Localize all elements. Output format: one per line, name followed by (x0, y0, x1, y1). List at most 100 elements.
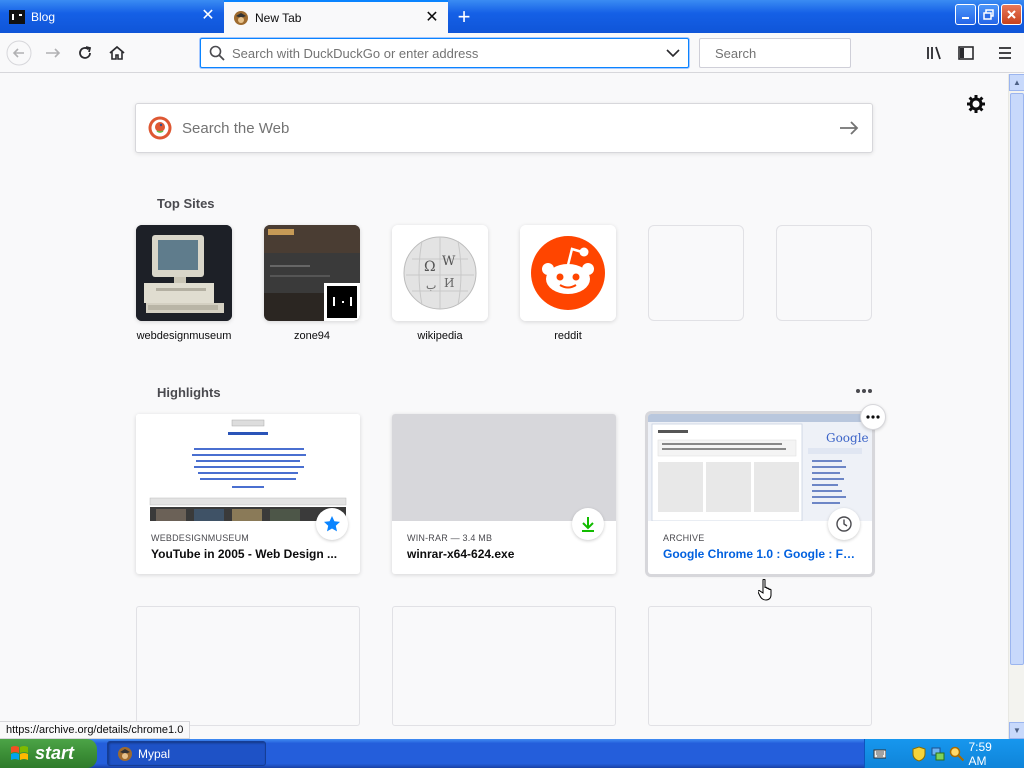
svg-text:W: W (442, 254, 456, 269)
newtab-page: Top Sites webdesignmuseum (0, 74, 1008, 726)
network-icon[interactable] (930, 746, 945, 762)
keyboard-icon[interactable] (873, 747, 887, 761)
search-bar[interactable] (699, 38, 891, 68)
vertical-scrollbar[interactable]: ▲ ▼ (1008, 74, 1024, 739)
site-label: wikipedia (417, 330, 463, 342)
card-title: YouTube in 2005 - Web Design ... (151, 547, 338, 561)
top-site-empty (776, 225, 872, 321)
highlight-card[interactable]: WEBDESIGNMUSEUM YouTube in 2005 - Web De… (136, 414, 360, 574)
reddit-logo-icon (520, 225, 616, 321)
library-button[interactable] (921, 40, 947, 66)
home-icon (109, 45, 125, 60)
start-label: start (35, 743, 75, 763)
bookmark-star-icon (324, 516, 340, 532)
site-label: reddit (554, 330, 582, 342)
forward-button[interactable] (40, 40, 66, 66)
bookmark-badge (316, 508, 348, 540)
start-button[interactable]: start (0, 739, 97, 768)
sidebar-icon (958, 46, 974, 60)
card-context: WIN-RAR — 3.4 MB (407, 533, 493, 543)
tab-strip: Blog ✕ New Tab ✕ + (0, 0, 1024, 33)
empty-site-slot (776, 225, 872, 321)
close-tab-icon[interactable]: ✕ (200, 8, 216, 24)
search-icon (209, 45, 225, 61)
site-label: webdesignmuseum (136, 330, 232, 342)
forward-arrow-icon (46, 48, 61, 58)
customize-button[interactable] (966, 94, 986, 114)
tab-blog[interactable]: Blog ✕ (0, 0, 224, 33)
card-menu-button[interactable] (860, 404, 886, 430)
firefox-favicon-icon (233, 10, 249, 26)
address-bar[interactable] (200, 38, 689, 68)
clock: 7:59 AM (968, 739, 992, 768)
history-badge (828, 508, 860, 540)
more-dots-icon (866, 415, 880, 419)
sidebar-button[interactable] (953, 40, 979, 66)
duckduckgo-icon (148, 116, 172, 140)
scroll-down-button[interactable]: ▼ (1009, 722, 1024, 739)
empty-highlight-slot (648, 606, 872, 726)
search-input[interactable] (715, 45, 891, 61)
svg-text:И: И (444, 276, 454, 290)
reload-button[interactable] (72, 40, 98, 66)
address-input[interactable] (232, 45, 658, 61)
tab-label: New Tab (255, 10, 302, 25)
restore-button[interactable] (978, 4, 999, 25)
highlight-card[interactable]: WIN-RAR — 3.4 MB winrar-x64-624.exe (392, 414, 616, 574)
blog-favicon-icon (9, 9, 25, 25)
top-site-reddit[interactable]: reddit (520, 225, 616, 342)
taskbar: start Mypal 7:59 AM (0, 739, 1024, 768)
web-search-box[interactable] (135, 103, 873, 153)
close-tab-icon[interactable]: ✕ (424, 10, 440, 26)
menu-button[interactable] (992, 40, 1018, 66)
tab-new-tab[interactable]: New Tab ✕ (224, 0, 448, 33)
top-site-empty (648, 225, 744, 321)
minimize-button[interactable] (955, 4, 976, 25)
chevron-down-icon[interactable] (658, 43, 688, 63)
site-thumbnail: Ω W И ب (392, 225, 488, 321)
card-thumbnail: Google (648, 414, 872, 521)
windows-logo-icon (11, 745, 28, 760)
site-thumbnail (264, 225, 360, 321)
back-arrow-icon (6, 40, 32, 66)
highlights-menu-button[interactable] (853, 382, 875, 400)
scroll-up-button[interactable]: ▲ (1009, 74, 1024, 91)
card-context: ARCHIVE (663, 533, 705, 543)
history-clock-icon (836, 516, 852, 532)
navigation-toolbar (0, 33, 1024, 73)
empty-highlight-slot (136, 606, 360, 726)
highlight-card[interactable]: Google ARCHIVE Google Chrome 1.0 : Googl… (648, 404, 886, 574)
top-site-wikipedia[interactable]: Ω W И ب wikipedia (392, 225, 488, 342)
arrow-right-icon[interactable] (832, 116, 872, 140)
card-thumbnail (392, 414, 616, 521)
wikipedia-globe-icon: Ω W И ب (392, 225, 488, 321)
empty-site-slot (648, 225, 744, 321)
site-label: zone94 (293, 330, 331, 342)
scroll-thumb[interactable] (1010, 93, 1024, 665)
taskbar-item-mypal[interactable]: Mypal (107, 741, 266, 766)
highlights-title: Highlights (157, 385, 221, 400)
web-search-input[interactable] (182, 119, 832, 137)
system-tray: 7:59 AM (864, 739, 1024, 768)
home-button[interactable] (104, 40, 130, 66)
library-icon (927, 46, 941, 60)
hamburger-menu-icon (999, 47, 1011, 59)
svg-text:ب: ب (426, 279, 436, 292)
back-button[interactable] (6, 40, 32, 66)
security-shield-icon[interactable] (911, 745, 926, 762)
new-tab-button[interactable]: + (448, 0, 480, 33)
search-tray-icon[interactable] (949, 746, 965, 762)
reload-icon (79, 46, 92, 59)
card-context: WEBDESIGNMUSEUM (151, 533, 250, 543)
top-site-webdesignmuseum[interactable]: webdesignmuseum (136, 225, 232, 342)
status-bar: https://archive.org/details/chrome1.0 (0, 721, 191, 739)
gear-icon (967, 95, 985, 113)
top-sites-title: Top Sites (157, 196, 215, 211)
close-window-button[interactable] (1001, 4, 1022, 25)
card-thumbnail (136, 414, 360, 521)
top-site-zone94[interactable]: zone94 (264, 225, 360, 342)
tab-label: Blog (31, 9, 56, 24)
svg-text:Ω: Ω (424, 259, 436, 275)
taskbar-item-label: Mypal (138, 746, 171, 761)
mypal-app-icon (118, 746, 132, 761)
